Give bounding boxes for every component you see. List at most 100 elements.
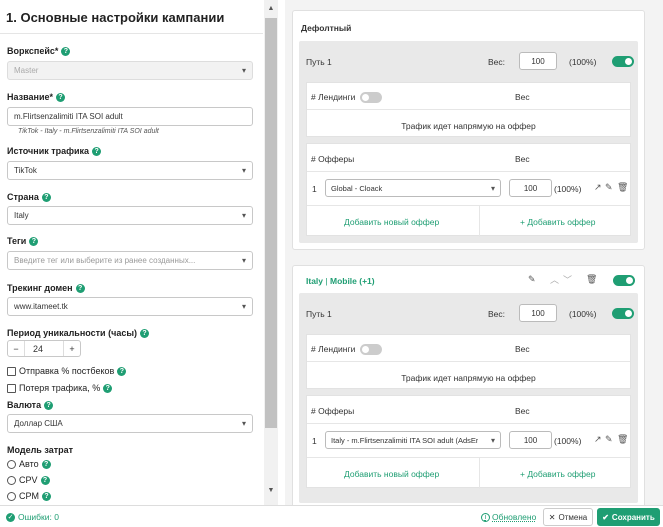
country-label: Страна? (7, 192, 51, 202)
help-icon[interactable]: ? (140, 328, 150, 338)
help-icon[interactable]: ? (55, 92, 65, 102)
scrollbar-thumb[interactable] (265, 18, 277, 428)
flow-title: Italy | Mobile (+1) (306, 276, 375, 286)
offer-select[interactable]: Italy - m.Flirtsenzalimiti ITA SOI adult… (325, 431, 501, 449)
path-weight-percent: (100%) (569, 57, 597, 67)
landings-toggle[interactable] (360, 92, 382, 103)
trash-icon[interactable]: 🗑 (617, 182, 628, 193)
offers-weight-header: Вес (515, 406, 530, 416)
help-icon[interactable]: ? (61, 46, 71, 56)
help-icon[interactable]: ? (103, 383, 113, 393)
path-label: Путь 1 (306, 57, 332, 67)
offer-index: 1 (312, 184, 317, 194)
weight-label: Вес: (488, 57, 506, 67)
tracking-domain-label: Трекинг домен? (7, 283, 85, 293)
traffic-source-label: Источник трафика? (7, 146, 102, 156)
help-icon[interactable]: ? (75, 283, 85, 293)
help-icon[interactable]: ? (41, 192, 51, 202)
cancel-button[interactable]: ✕ Отмена (543, 508, 593, 526)
tags-select[interactable]: Введите тег или выберите из ранее создан… (7, 251, 253, 270)
uniqueness-stepper: − 24 + (7, 340, 81, 357)
increment-button[interactable]: + (64, 344, 80, 354)
radio[interactable] (7, 475, 16, 485)
name-hint: TikTok - Italy - m.Flirtsenzalimiti ITA … (18, 128, 159, 135)
chevron-down-icon[interactable]: ﹀ (563, 273, 572, 286)
landings-toggle[interactable] (360, 344, 382, 355)
workspace-select[interactable]: Master ▾ (7, 61, 253, 80)
chevron-down-icon: ▾ (241, 256, 246, 265)
path-weight-input[interactable]: 100 (519, 52, 557, 70)
pencil-icon[interactable]: ✎ (605, 182, 613, 193)
help-icon[interactable]: ? (92, 146, 102, 156)
close-icon: ✕ (548, 512, 556, 522)
offer-weight-input[interactable]: 100 (509, 179, 552, 197)
traffic-loss-checkbox[interactable] (7, 383, 16, 393)
offer-weight-input[interactable]: 100 (509, 431, 552, 449)
path-toggle[interactable] (612, 308, 634, 319)
help-icon[interactable]: ? (42, 491, 51, 501)
radio[interactable] (7, 491, 16, 501)
cost-model-option[interactable]: CPM? (7, 491, 51, 501)
decrement-button[interactable]: − (8, 344, 24, 354)
help-icon[interactable]: ? (40, 475, 50, 485)
postback-row: Отправка % постбеков? (7, 366, 127, 376)
errors-status: ✓ Ошибки: 0 (6, 512, 59, 522)
updated-status[interactable]: i Обновлено (481, 512, 536, 522)
chevron-down-icon: ▾ (490, 183, 495, 193)
country-select[interactable]: Italy ▾ (7, 206, 253, 225)
offer-weight-percent: (100%) (554, 436, 582, 446)
path-label: Путь 1 (306, 309, 332, 319)
scroll-down-icon[interactable]: ▼ (264, 484, 278, 496)
traffic-source-select[interactable]: TikTok ▾ (7, 161, 253, 180)
cost-model-label: Модель затрат (7, 445, 74, 455)
offers-box: # Офферы Вес 1 Italy - m.Flirtsenzalimit… (306, 395, 631, 489)
uniqueness-input[interactable]: 24 (24, 341, 64, 356)
scroll-up-icon[interactable]: ▲ (264, 2, 278, 14)
offers-box: # Офферы Вес 1 Global - Cloack ▾ 100 (100… (306, 143, 631, 237)
add-offer-link[interactable]: + Добавить оффер (520, 469, 595, 479)
section-title: 1. Основные настройки кампании (0, 0, 263, 34)
offer-select[interactable]: Global - Cloack ▾ (325, 179, 501, 197)
postback-checkbox[interactable] (7, 366, 16, 376)
trash-icon[interactable]: 🗑 (586, 274, 597, 285)
external-link-icon[interactable]: ↗ (594, 434, 602, 445)
flows-panel: Дефолтный Путь 1 Вес: 100 (100%) # Ленди… (285, 0, 663, 505)
offers-label: # Офферы (311, 406, 355, 416)
direct-traffic-text: Трафик идет напрямую на оффер (401, 121, 536, 131)
help-icon[interactable]: ? (29, 236, 39, 246)
chevron-up-icon[interactable]: ︿ (550, 273, 559, 286)
save-button[interactable]: ✔ Сохранить (597, 508, 660, 526)
help-icon[interactable]: ? (117, 366, 127, 376)
default-flow-card: Дефолтный Путь 1 Вес: 100 (100%) # Ленди… (292, 10, 645, 250)
landings-weight-header: Вес (515, 344, 530, 354)
offer-index: 1 (312, 436, 317, 446)
path-toggle[interactable] (612, 56, 634, 67)
tags-label: Теги? (7, 236, 39, 246)
check-circle-icon: ✓ (6, 512, 15, 522)
radio[interactable] (7, 459, 16, 469)
add-new-offer-link[interactable]: Добавить новый оффер (344, 469, 439, 479)
add-offer-link[interactable]: + Добавить оффер (520, 217, 595, 227)
path-weight-input[interactable]: 100 (519, 304, 557, 322)
help-icon[interactable]: ? (44, 400, 54, 410)
cost-model-option[interactable]: CPV? (7, 475, 50, 485)
pencil-icon[interactable]: ✎ (605, 434, 613, 445)
cost-model-option[interactable]: Авто? (7, 459, 51, 469)
add-new-offer-link[interactable]: Добавить новый оффер (344, 217, 439, 227)
path-container: Путь 1 Вес: 100 (100%) # Лендинги Вес Тр… (299, 41, 638, 243)
pencil-icon[interactable]: ✎ (528, 274, 536, 285)
path-weight-percent: (100%) (569, 309, 597, 319)
trash-icon[interactable]: 🗑 (617, 434, 628, 445)
offer-weight-percent: (100%) (554, 184, 582, 194)
tracking-domain-select[interactable]: www.itameet.tk ▾ (7, 297, 253, 316)
chevron-down-icon: ▾ (241, 211, 246, 220)
chevron-down-icon: ▾ (241, 66, 246, 75)
name-input[interactable]: m.Flirtsenzalimiti ITA SOI adult (7, 107, 253, 126)
campaign-editor: 1. Основные настройки кампании Воркспейс… (0, 0, 663, 527)
weight-label: Вес: (488, 309, 506, 319)
external-link-icon[interactable]: ↗ (594, 182, 602, 193)
currency-select[interactable]: Доллар США ▾ (7, 414, 253, 433)
uniqueness-label: Период уникальности (часы)? (7, 328, 150, 338)
flow-toggle[interactable] (613, 275, 635, 286)
help-icon[interactable]: ? (41, 459, 51, 469)
